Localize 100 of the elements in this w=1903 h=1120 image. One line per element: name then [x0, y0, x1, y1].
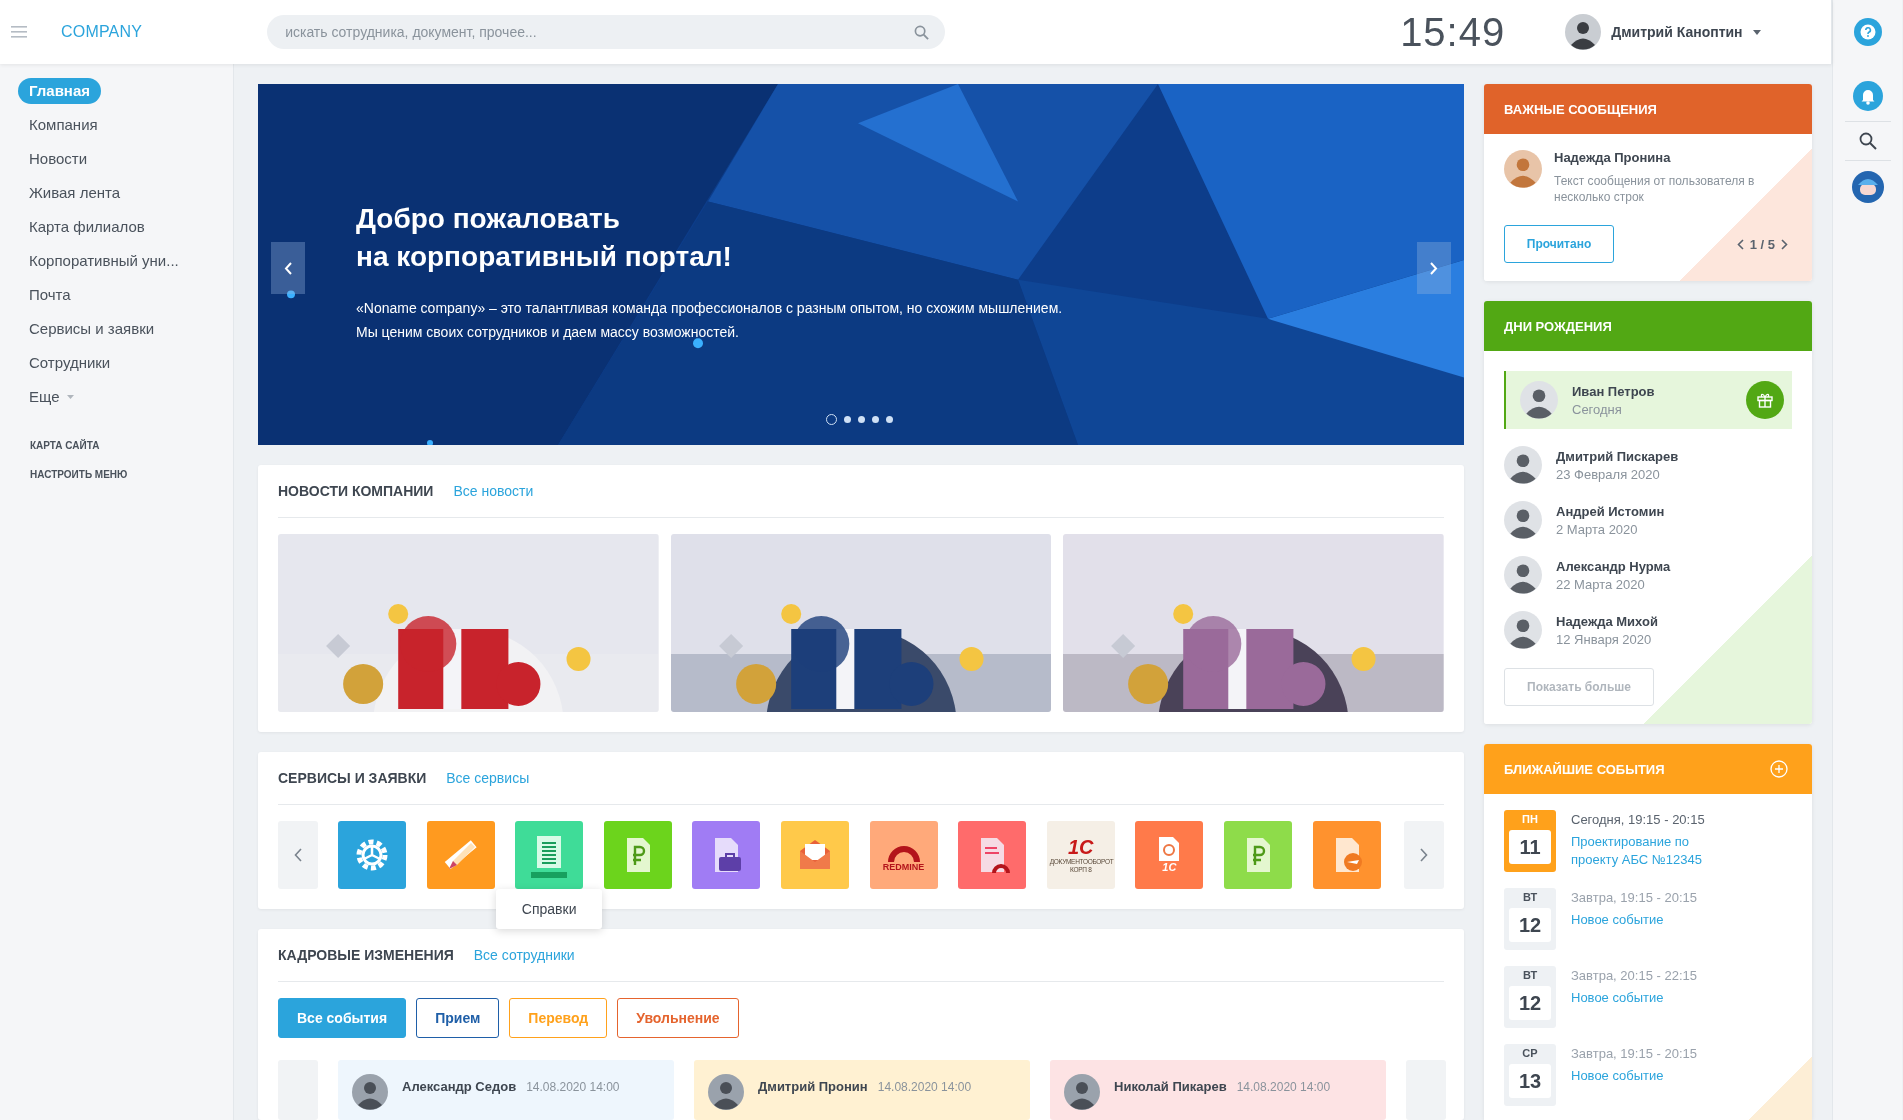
- change-date: 14.08.2020 14:00: [1236, 1080, 1331, 1094]
- service-tile[interactable]: [338, 821, 406, 889]
- person-name: Александр Нурма: [1556, 558, 1672, 574]
- caret-icon: [66, 395, 74, 399]
- card-title: БЛИЖАЙШИЕ СОБЫТИЯ: [1504, 761, 1665, 777]
- avatar-icon: [1520, 381, 1558, 419]
- person-name: Андрей Истомин: [1556, 503, 1666, 519]
- sidebar-link[interactable]: НАСТРОИТЬ МЕНЮ: [30, 469, 128, 480]
- previous-slide-button[interactable]: [271, 242, 305, 294]
- avatar-icon: [1504, 150, 1542, 188]
- sidebar-link[interactable]: КАРТА САЙТА: [30, 440, 128, 451]
- chevron-right-icon[interactable]: [1781, 238, 1788, 250]
- date-badge: ВТ 12: [1504, 966, 1556, 1028]
- nav-item[interactable]: Почта: [18, 282, 82, 308]
- nav-item[interactable]: Еще: [18, 384, 85, 410]
- help-icon[interactable]: [1854, 18, 1882, 46]
- service-tile[interactable]: [1223, 821, 1292, 889]
- mascot-icon[interactable]: [1851, 171, 1884, 203]
- service-tile[interactable]: [603, 821, 672, 889]
- service-tile[interactable]: REDMINE: [869, 821, 938, 889]
- chevron-right-icon: [1430, 261, 1438, 275]
- birthday-date: 22 Марта 2020: [1556, 576, 1646, 592]
- section-title: НОВОСТИ КОМПАНИИ: [278, 483, 434, 499]
- search-icon[interactable]: [1858, 132, 1877, 150]
- event-time: Завтра, 19:15 - 20:15: [1571, 1046, 1698, 1061]
- section-title: КАДРОВЫЕ ИЗМЕНЕНИЯ: [278, 947, 454, 963]
- user-name[interactable]: Дмитрий Каноптин: [1611, 24, 1743, 40]
- date-badge: ВТ 12: [1504, 888, 1556, 950]
- nav-item[interactable]: Корпоративный уни...: [18, 248, 190, 274]
- avatar-icon[interactable]: [1565, 14, 1602, 50]
- chevron-left-icon: [294, 848, 302, 862]
- card-title: ДНИ РОЖДЕНИЯ: [1504, 318, 1612, 334]
- avatar-icon: [1504, 446, 1542, 484]
- date-badge: СР 13: [1504, 1044, 1556, 1106]
- bell-icon[interactable]: [1852, 81, 1883, 111]
- employee-name: Дмитрий Пронин: [758, 1079, 868, 1094]
- slide-dot[interactable]: [844, 416, 851, 423]
- nav-item[interactable]: Сервисы и заявки: [18, 316, 166, 342]
- avatar-icon: [1064, 1074, 1100, 1110]
- document-sync-logo: 1С: [1154, 837, 1185, 873]
- clock: 15:49: [1400, 9, 1506, 55]
- card-title: ВАЖНЫЕ СООБЩЕНИЯ: [1504, 101, 1657, 117]
- service-tile[interactable]: [692, 821, 761, 889]
- service-tile[interactable]: [515, 821, 584, 889]
- slide-dot[interactable]: [886, 416, 893, 423]
- add-icon[interactable]: [1770, 760, 1788, 778]
- change-date: 14.08.2020 14:00: [526, 1080, 620, 1094]
- chevron-right-icon: [1420, 848, 1428, 862]
- menu-icon[interactable]: [11, 26, 27, 38]
- slide-dot[interactable]: [872, 416, 879, 423]
- employee-card[interactable]: Дмитрий Пронин 14.08.2020 14:00: [694, 1060, 1030, 1120]
- birthday-item[interactable]: Александр Нурма 22 Марта 2020: [1504, 556, 1792, 594]
- avatar-icon: [708, 1074, 744, 1110]
- author-name: Надежда Пронина: [1554, 150, 1672, 165]
- avatar-icon: [1504, 611, 1542, 649]
- caret-icon[interactable]: [1752, 29, 1761, 35]
- birthday-date: 12 Января 2020: [1556, 631, 1653, 647]
- avatar-icon: [1504, 501, 1542, 539]
- event-time: Завтра, 20:15 - 22:15: [1571, 968, 1698, 983]
- employee-name: Николай Пикарев: [1114, 1079, 1227, 1094]
- banner-text: «Noname company» – это талантливая команда профессионалов с разным опытом, но схожим мышлением. Мы ценим своих сотрудников и даем массу возможностей.: [356, 299, 1064, 342]
- employee-card[interactable]: Александр Седов 14.08.2020 14:00: [338, 1060, 674, 1120]
- date-badge: ПН 11: [1504, 810, 1556, 872]
- birthday-date: Сегодня: [1572, 401, 1623, 417]
- next-slide-button[interactable]: [1417, 242, 1451, 294]
- service-tile[interactable]: [426, 821, 495, 889]
- change-date: 14.08.2020 14:00: [877, 1080, 972, 1094]
- employee-name: Александр Седов: [402, 1079, 517, 1094]
- event-time: Сегодня, 19:15 - 20:15: [1571, 812, 1706, 827]
- slide-dot[interactable]: [858, 416, 865, 423]
- nav-item[interactable]: Карта филиалов: [18, 214, 156, 240]
- birthday-item[interactable]: Дмитрий Пискарев 23 Февраля 2020: [1504, 446, 1792, 484]
- person-name: Иван Петров: [1572, 383, 1656, 399]
- person-name: Надежда Михой: [1556, 613, 1659, 629]
- filter-button[interactable]: Прием: [416, 998, 500, 1038]
- birthday-date: 23 Февраля 2020: [1556, 466, 1661, 482]
- gift-icon: [1757, 392, 1773, 408]
- avatar-icon: [352, 1074, 388, 1110]
- chevron-left-icon[interactable]: [1736, 238, 1744, 250]
- birthday-item[interactable]: Иван Петров Сегодня: [1504, 371, 1792, 429]
- birthday-date: 2 Марта 2020: [1556, 521, 1639, 537]
- service-tile[interactable]: [1312, 821, 1381, 889]
- gift-button[interactable]: [1746, 381, 1784, 419]
- birthday-item[interactable]: Андрей Истомин 2 Марта 2020: [1504, 501, 1792, 539]
- service-tile[interactable]: [780, 821, 849, 889]
- redmine-logo: REDMINE: [882, 838, 925, 872]
- birthday-item[interactable]: Надежда Михой 12 Января 2020: [1504, 611, 1792, 649]
- nav-item[interactable]: Новости: [18, 146, 99, 172]
- nav-item[interactable]: Живая лента: [18, 180, 132, 206]
- person-name: Дмитрий Пискарев: [1556, 448, 1680, 464]
- avatar-icon: [1504, 556, 1542, 594]
- message-text: Текст сообщения от пользователя в несколько строк: [1554, 173, 1756, 205]
- employee-card[interactable]: Николай Пикарев 14.08.2020 14:00: [1050, 1060, 1386, 1120]
- nav-item[interactable]: Компания: [18, 112, 109, 138]
- page-counter: 1 / 5: [1749, 236, 1775, 252]
- tooltip: Справки: [496, 889, 603, 929]
- banner-title: Добро пожаловать на корпоративный портал!: [356, 202, 733, 274]
- nav-item[interactable]: Сотрудники: [18, 350, 122, 376]
- search-field[interactable]: искать сотрудника, документ, прочее...: [267, 15, 946, 49]
- service-tile[interactable]: [958, 821, 1027, 889]
